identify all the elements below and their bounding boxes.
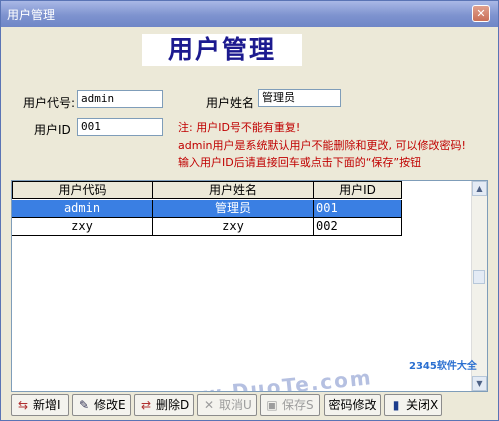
edit-button-label: 修改E (94, 398, 126, 412)
delete-icon: ⇄ (140, 398, 152, 412)
user-management-window: 用户管理 ✕ 用户管理 用户代号: admin 用户姓名 管理员 用户ID 00… (0, 0, 499, 421)
watermark-duote: www.DuoTe.com (161, 365, 374, 392)
add-icon: ⇆ (17, 398, 29, 412)
change-password-label: 密码修改 (328, 398, 377, 412)
delete-button-label: 删除D (156, 398, 190, 412)
delete-button[interactable]: ⇄ 删除D (134, 394, 194, 416)
cancel-icon: ✕ (203, 398, 215, 412)
note-save-hint: 输入用户ID后请直接回车或点击下面的“保存”按钮 (178, 156, 422, 169)
add-button-label: 新增I (33, 398, 61, 412)
cell-user-name[interactable]: 管理员 (153, 200, 314, 218)
column-header-user-id[interactable]: 用户ID (314, 181, 402, 199)
note-admin-default: admin用户是系统默认用户不能删除和更改, 可以修改密码! (178, 139, 466, 152)
cell-user-name[interactable]: zxy (153, 218, 314, 236)
edit-icon: ✎ (78, 398, 90, 412)
scroll-thumb[interactable] (473, 270, 485, 284)
change-password-button[interactable]: 密码修改 (324, 394, 381, 416)
cell-user-id[interactable]: 002 (314, 218, 402, 236)
close-button[interactable]: ▮ 关闭X (384, 394, 442, 416)
close-button-label: 关闭X (406, 398, 439, 412)
window-title: 用户管理 (7, 8, 56, 22)
column-header-user-code[interactable]: 用户代码 (12, 181, 153, 199)
save-button[interactable]: ▣ 保存S (260, 394, 320, 416)
user-name-label: 用户姓名 (206, 96, 255, 110)
user-id-label: 用户ID (34, 123, 71, 137)
cell-user-id[interactable]: 001 (314, 200, 402, 218)
scroll-down-icon[interactable]: ▼ (472, 376, 487, 391)
cancel-button-label: 取消U (219, 398, 252, 412)
close-window-button[interactable]: ✕ (472, 5, 490, 22)
user-id-field[interactable]: 001 (77, 118, 163, 136)
add-button[interactable]: ⇆ 新增I (11, 394, 69, 416)
watermark-2345: 2345软件大全 (409, 361, 477, 372)
user-name-field[interactable]: 管理员 (258, 89, 341, 107)
scroll-up-icon[interactable]: ▲ (472, 181, 487, 196)
user-code-field[interactable]: admin (77, 90, 163, 108)
title-bar[interactable]: 用户管理 ✕ (1, 1, 498, 27)
save-icon: ▣ (266, 398, 278, 412)
column-header-user-name[interactable]: 用户姓名 (153, 181, 314, 199)
user-code-label: 用户代号: (23, 96, 76, 110)
cell-user-code[interactable]: admin (12, 200, 153, 218)
edit-button[interactable]: ✎ 修改E (72, 394, 131, 416)
cancel-button[interactable]: ✕ 取消U (197, 394, 257, 416)
save-button-label: 保存S (282, 398, 314, 412)
page-title: 用户管理 (142, 34, 302, 66)
cell-user-code[interactable]: zxy (12, 218, 153, 236)
close-door-icon: ▮ (392, 398, 400, 412)
note-duplicate-id: 注: 用户ID号不能有重复! (178, 121, 301, 134)
